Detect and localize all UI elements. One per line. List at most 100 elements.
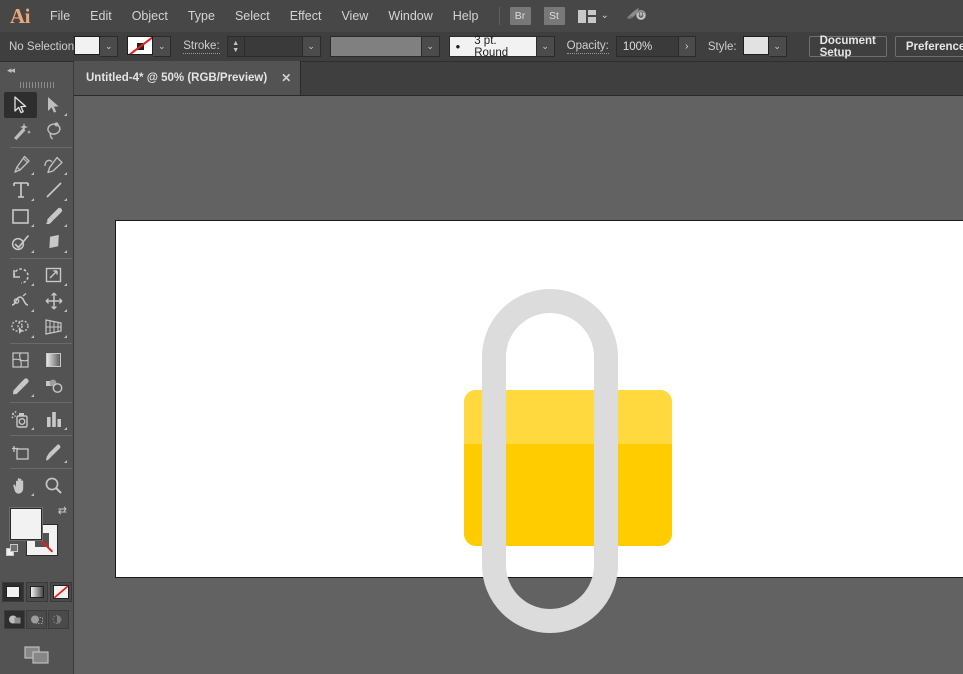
graphic-style-dropdown[interactable]: ⌄ (768, 36, 787, 57)
close-icon[interactable]: ✕ (281, 71, 291, 85)
fill-dropdown[interactable]: ⌄ (100, 36, 119, 57)
document-tab[interactable]: Untitled-4* @ 50% (RGB/Preview) ✕ (74, 61, 302, 95)
menu-effect[interactable]: Effect (280, 0, 332, 32)
flyout-indicator-icon (31, 250, 34, 253)
variable-width-profile-control[interactable]: ⌄ (329, 36, 440, 57)
symbol-sprayer-tool[interactable] (4, 406, 37, 432)
document-setup-button[interactable]: Document Setup (808, 35, 887, 59)
change-screen-mode-button[interactable] (0, 643, 73, 667)
stroke-color-dropdown[interactable]: ⌄ (153, 36, 172, 57)
flyout-indicator-icon (64, 198, 67, 201)
mesh-tool[interactable] (4, 347, 37, 373)
arrange-documents-button[interactable]: ⌄ (577, 9, 609, 23)
pen-tool[interactable] (4, 151, 37, 177)
graphic-style-swatch[interactable] (742, 36, 769, 55)
stroke-label[interactable]: Stroke: (183, 40, 220, 54)
column-graph-tool[interactable] (37, 406, 70, 432)
menu-help[interactable]: Help (443, 0, 489, 32)
fill-control[interactable]: ⌄ (74, 36, 119, 57)
variable-width-profile-input[interactable] (329, 36, 422, 57)
blend-tool[interactable] (37, 373, 70, 399)
stepper-down-icon[interactable]: ▼ (232, 47, 239, 54)
menu-bar: Ai File Edit Object Type Select Effect V… (0, 0, 963, 32)
flyout-indicator-icon (31, 224, 34, 227)
menu-edit[interactable]: Edit (80, 0, 122, 32)
menu-window[interactable]: Window (378, 0, 442, 32)
brush-definition-dropdown[interactable]: ⌄ (536, 36, 555, 57)
brush-definition-value: 3 pt. Round (474, 34, 509, 59)
width-tool[interactable] (4, 288, 37, 314)
flyout-indicator-icon (64, 283, 67, 286)
tools-panel: ◂◂ ⇄ (0, 62, 74, 674)
opacity-control[interactable]: 100% › (615, 36, 696, 57)
control-bar: No Selection ⌄ ⌄ Stroke: ▲ ▼ ⌄ ⌄ • 3 pt.… (0, 32, 963, 62)
rectangle-tool[interactable] (4, 203, 37, 229)
free-transform-tool[interactable] (37, 288, 70, 314)
zoom-tool[interactable] (37, 472, 70, 498)
collapse-chevrons-icon: ◂◂ (7, 64, 15, 75)
stroke-color-control[interactable]: ⌄ (127, 36, 172, 57)
slice-tool[interactable] (37, 439, 70, 465)
magic-wand-tool[interactable] (4, 118, 37, 144)
lasso-tool[interactable] (37, 118, 70, 144)
menu-view[interactable]: View (331, 0, 378, 32)
document-tab-title: Untitled-4* @ 50% (RGB/Preview) (86, 72, 268, 84)
padlock-illustration[interactable] (74, 96, 963, 674)
tools-panel-collapse-button[interactable]: ◂◂ (0, 62, 73, 78)
hand-tool[interactable] (4, 472, 37, 498)
color-button[interactable] (1, 582, 24, 602)
fill-swatch[interactable] (74, 36, 101, 55)
bridge-button[interactable]: Br (509, 7, 531, 25)
flyout-indicator-icon (64, 460, 67, 463)
shape-builder-tool[interactable] (4, 314, 37, 340)
tools-panel-grip[interactable] (0, 78, 73, 92)
stroke-swatch[interactable] (127, 36, 154, 55)
menu-file[interactable]: File (40, 0, 80, 32)
tool-grid (0, 92, 74, 498)
flyout-indicator-icon (64, 172, 67, 175)
stroke-weight-input[interactable] (243, 36, 303, 57)
draw-normal-button[interactable] (4, 610, 25, 629)
draw-behind-button[interactable] (26, 610, 47, 629)
preferences-button[interactable]: Preferences (894, 36, 963, 57)
stroke-weight-control[interactable]: ▲ ▼ ⌄ (226, 36, 321, 57)
stock-button[interactable]: St (543, 7, 565, 25)
eyedropper-tool[interactable] (4, 373, 37, 399)
line-segment-tool[interactable] (37, 177, 70, 203)
default-fill-stroke-icon[interactable] (6, 544, 19, 557)
scale-tool[interactable] (37, 262, 70, 288)
brush-definition-input[interactable]: • 3 pt. Round (448, 34, 537, 59)
selection-tool[interactable] (4, 92, 37, 118)
variable-width-profile-dropdown[interactable]: ⌄ (421, 36, 440, 57)
rotate-tool[interactable] (4, 262, 37, 288)
menu-type[interactable]: Type (178, 0, 225, 32)
stroke-weight-stepper[interactable]: ▲ ▼ (226, 36, 244, 57)
artboard-tool[interactable] (4, 439, 37, 465)
menu-object[interactable]: Object (122, 0, 178, 32)
stroke-weight-dropdown[interactable]: ⌄ (302, 36, 321, 57)
none-button[interactable] (49, 582, 72, 602)
gradient-tool[interactable] (37, 347, 70, 373)
gradient-button[interactable] (25, 582, 48, 602)
swap-fill-stroke-icon[interactable]: ⇄ (58, 504, 67, 517)
flyout-indicator-icon (31, 309, 34, 312)
opacity-more-button[interactable]: › (678, 36, 696, 57)
draw-inside-button[interactable] (48, 610, 69, 629)
shaper-tool[interactable] (4, 229, 37, 255)
opacity-label[interactable]: Opacity: (566, 40, 609, 54)
opacity-input[interactable]: 100% (615, 36, 679, 57)
menu-select[interactable]: Select (225, 0, 280, 32)
paintbrush-tool[interactable] (37, 203, 70, 229)
stepper-up-icon[interactable]: ▲ (232, 40, 239, 47)
curvature-tool[interactable] (37, 151, 70, 177)
eraser-tool[interactable] (37, 229, 70, 255)
direct-selection-tool[interactable] (37, 92, 70, 118)
workspace-switcher-icon[interactable] (625, 5, 647, 28)
type-tool[interactable] (4, 177, 37, 203)
fill-color-indicator[interactable] (10, 508, 42, 540)
graphic-style-control[interactable]: ⌄ (742, 36, 787, 57)
perspective-grid-tool[interactable] (37, 314, 70, 340)
flyout-indicator-icon (64, 335, 67, 338)
brush-definition-control[interactable]: • 3 pt. Round ⌄ (448, 34, 555, 59)
canvas-area[interactable] (74, 96, 963, 674)
